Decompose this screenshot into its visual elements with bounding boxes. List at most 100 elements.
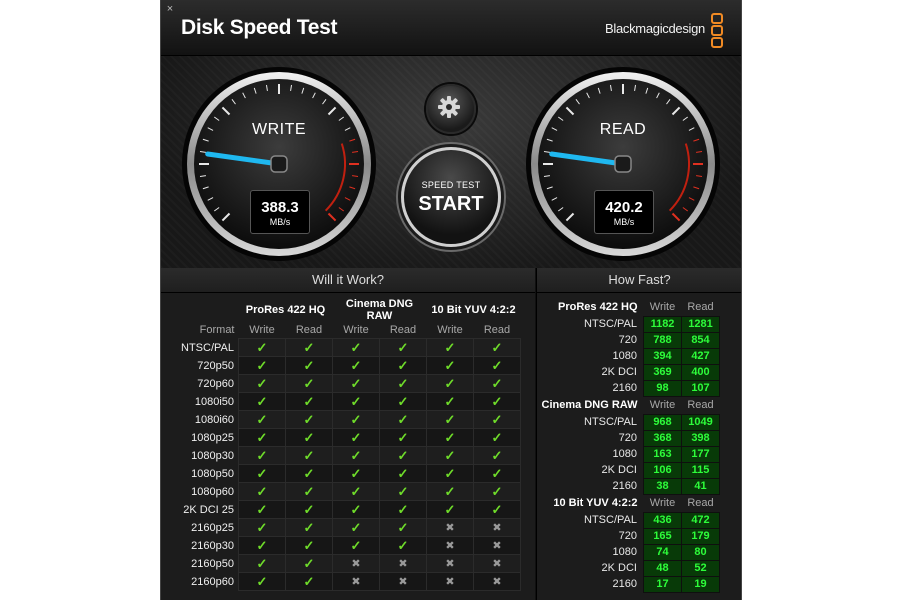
table-row: 2160p25 ✓ ✓ ✓ ✓ ✖ ✖: [166, 518, 521, 537]
checkmark-icon: ✓: [350, 447, 362, 463]
status-cell: ✓: [379, 446, 427, 465]
status-cell: ✖: [426, 536, 474, 555]
table-row: 2160p30 ✓ ✓ ✓ ✓ ✖ ✖: [166, 536, 521, 555]
table-row: 720p60 ✓ ✓ ✓ ✓ ✓ ✓: [166, 374, 521, 393]
write-column-header: Write: [649, 300, 676, 313]
cross-icon: ✖: [492, 540, 502, 552]
checkmark-icon: ✓: [303, 357, 315, 373]
checkmark-icon: ✓: [444, 411, 456, 427]
table-row: NTSC/PAL 436 472: [541, 511, 720, 529]
checkmark-icon: ✓: [397, 339, 409, 355]
format-label: 1080: [612, 448, 637, 460]
status-cell: ✓: [473, 500, 521, 519]
title-bar: × Disk Speed Test Blackmagicdesign: [161, 0, 741, 56]
status-cell: ✓: [285, 446, 333, 465]
disk-speed-test-window: × Disk Speed Test Blackmagicdesign WRITE…: [160, 0, 742, 600]
read-fps-value: 472: [681, 511, 720, 529]
table-row: 720 368 398: [541, 429, 720, 447]
format-label: 2K DCI: [601, 464, 637, 476]
format-label: 1080i50: [194, 395, 234, 408]
table-row: 1080p50 ✓ ✓ ✓ ✓ ✓ ✓: [166, 464, 521, 483]
status-cell: ✓: [238, 482, 286, 501]
table-row: 1080p30 ✓ ✓ ✓ ✓ ✓ ✓: [166, 446, 521, 465]
format-label: 2K DCI 25: [183, 503, 234, 516]
status-cell: ✓: [238, 428, 286, 447]
checkmark-icon: ✓: [350, 519, 362, 535]
checkmark-icon: ✓: [256, 393, 268, 409]
settings-button[interactable]: [426, 84, 476, 134]
checkmark-icon: ✓: [256, 501, 268, 517]
table-row: 1080p60 ✓ ✓ ✓ ✓ ✓ ✓: [166, 482, 521, 501]
read-column-header: Read: [687, 497, 714, 509]
checkmark-icon: ✓: [303, 393, 315, 409]
status-cell: ✓: [379, 392, 427, 411]
table-row: 1080i60 ✓ ✓ ✓ ✓ ✓ ✓: [166, 410, 521, 429]
status-cell: ✓: [379, 464, 427, 483]
read-fps-value: 398: [681, 429, 720, 447]
status-cell: ✓: [285, 428, 333, 447]
write-gauge: [182, 67, 376, 261]
checkmark-icon: ✓: [397, 429, 409, 445]
cross-icon: ✖: [445, 522, 455, 534]
checkmark-icon: ✓: [491, 483, 503, 499]
status-cell: ✓: [426, 482, 474, 501]
read-fps-value: 400: [681, 363, 720, 381]
format-label: 1080p30: [191, 449, 234, 462]
write-column-header: Write: [343, 324, 369, 336]
table-row: 1080 394 427: [541, 347, 720, 365]
checkmark-icon: ✓: [397, 375, 409, 391]
write-gauge-label: WRITE: [251, 121, 307, 138]
format-label: NTSC/PAL: [181, 341, 234, 354]
read-fps-value: 427: [681, 347, 720, 365]
start-speed-test-button[interactable]: SPEED TEST START: [401, 147, 501, 247]
table-row: 2K DCI 369 400: [541, 363, 720, 381]
checkmark-icon: ✓: [256, 429, 268, 445]
cross-icon: ✖: [492, 558, 502, 570]
checkmark-icon: ✓: [350, 465, 362, 481]
checkmark-icon: ✓: [444, 465, 456, 481]
checkmark-icon: ✓: [397, 465, 409, 481]
read-column-header: Read: [687, 399, 714, 411]
status-cell: ✓: [285, 554, 333, 573]
checkmark-icon: ✓: [256, 537, 268, 553]
checkmark-icon: ✓: [350, 429, 362, 445]
status-cell: ✓: [332, 518, 380, 537]
cross-icon: ✖: [492, 576, 502, 588]
table-row: NTSC/PAL ✓ ✓ ✓ ✓ ✓ ✓: [166, 338, 521, 357]
write-column-header: Write: [649, 497, 676, 509]
group-header-row: Cinema DNG RAW Write Read: [541, 396, 720, 414]
write-column-header: Write: [649, 399, 676, 411]
write-fps-value: 165: [643, 527, 682, 545]
cross-icon: ✖: [398, 576, 408, 588]
read-fps-value: 179: [681, 527, 720, 545]
status-cell: ✓: [473, 374, 521, 393]
write-fps-value: 369: [643, 363, 682, 381]
status-cell: ✖: [332, 572, 380, 591]
will-it-work-title: Will it Work?: [161, 268, 535, 293]
checkmark-icon: ✓: [350, 393, 362, 409]
table-row: 1080p25 ✓ ✓ ✓ ✓ ✓ ✓: [166, 428, 521, 447]
cross-icon: ✖: [351, 576, 361, 588]
status-cell: ✖: [426, 554, 474, 573]
write-column-header: Write: [249, 324, 275, 336]
checkmark-icon: ✓: [444, 357, 456, 373]
table-row: 2160p60 ✓ ✓ ✖ ✖ ✖ ✖: [166, 572, 521, 591]
format-label: 2160: [612, 480, 637, 492]
close-icon[interactable]: ×: [164, 3, 176, 15]
status-cell: ✓: [379, 518, 427, 537]
status-cell: ✓: [379, 500, 427, 519]
table-row: 720 165 179: [541, 527, 720, 545]
status-cell: ✓: [332, 374, 380, 393]
status-cell: ✖: [473, 536, 521, 555]
format-label: 2K DCI: [601, 562, 637, 574]
status-cell: ✓: [238, 554, 286, 573]
read-fps-value: 41: [681, 477, 720, 495]
status-cell: ✓: [285, 572, 333, 591]
status-cell: ✓: [426, 410, 474, 429]
checkmark-icon: ✓: [350, 339, 362, 355]
checkmark-icon: ✓: [491, 357, 503, 373]
status-cell: ✓: [473, 338, 521, 357]
status-cell: ✖: [426, 572, 474, 591]
status-cell: ✓: [285, 338, 333, 357]
status-cell: ✓: [238, 572, 286, 591]
